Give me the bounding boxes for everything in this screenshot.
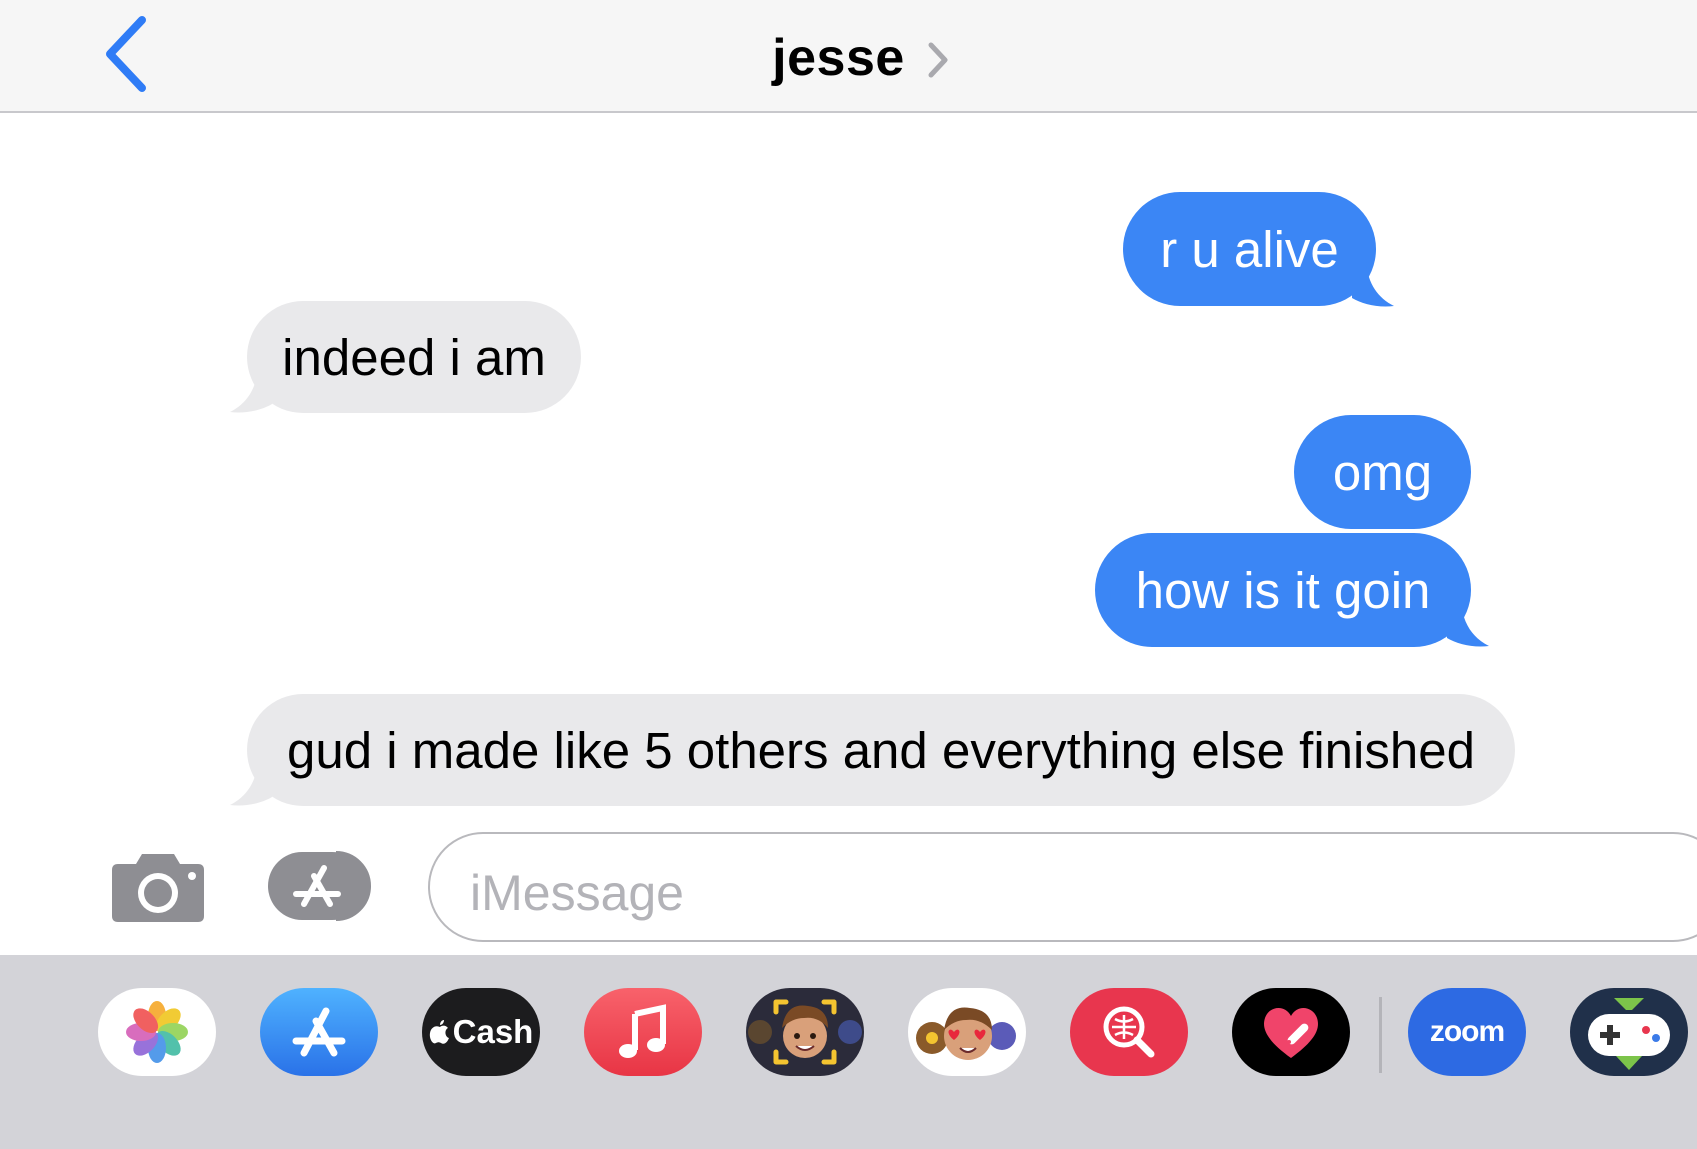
memoji-app[interactable] xyxy=(746,988,864,1076)
bubble-tail xyxy=(1447,602,1489,647)
apps-button[interactable] xyxy=(266,848,380,924)
app-store-icon xyxy=(292,1007,346,1057)
image-search-icon xyxy=(1103,1006,1155,1058)
message-text: r u alive xyxy=(1160,220,1339,278)
music-icon xyxy=(619,1004,666,1058)
apple-cash-label: Cash xyxy=(452,1013,534,1050)
bubble-tail xyxy=(1352,262,1394,307)
message-bubble-sent[interactable]: omg xyxy=(1294,415,1471,529)
drawer-divider xyxy=(1379,997,1382,1073)
imessage-input[interactable]: iMessage xyxy=(428,832,1697,942)
message-bubble-received[interactable]: gud i made like 5 others and everything … xyxy=(247,694,1515,806)
message-text: how is it goin xyxy=(1135,561,1431,619)
input-placeholder: iMessage xyxy=(470,865,684,921)
photos-icon xyxy=(126,1001,188,1063)
apple-cash-app[interactable]: Cash xyxy=(422,988,540,1076)
music-app[interactable] xyxy=(584,988,702,1076)
conversation-header: jesse xyxy=(0,0,1697,113)
app-drawer: Cash zoom xyxy=(0,955,1697,1149)
message-bubble-sent[interactable]: how is it goin xyxy=(1095,533,1471,647)
message-bubble-sent[interactable]: r u alive xyxy=(1123,192,1376,306)
camera-icon xyxy=(112,854,204,922)
contact-name: jesse xyxy=(772,29,905,87)
game-app[interactable] xyxy=(1570,988,1688,1076)
memoji-stickers-icon xyxy=(916,1007,1016,1060)
camera-button[interactable] xyxy=(112,850,204,922)
game-icon xyxy=(1588,998,1670,1070)
app-store-app[interactable] xyxy=(260,988,378,1076)
photos-app[interactable] xyxy=(98,988,216,1076)
contact-title-button[interactable]: jesse xyxy=(0,28,1697,88)
zoom-label: zoom xyxy=(1429,1015,1505,1048)
message-text: gud i made like 5 others and everything … xyxy=(287,721,1475,779)
chevron-right-icon xyxy=(928,42,948,78)
message-text: omg xyxy=(1332,443,1433,501)
message-text: indeed i am xyxy=(282,328,546,386)
app-store-icon xyxy=(268,851,371,921)
zoom-app[interactable]: zoom xyxy=(1408,988,1526,1076)
memoji-stickers-app[interactable] xyxy=(908,988,1026,1076)
memoji-icon xyxy=(748,999,862,1065)
message-bubble-received[interactable]: indeed i am xyxy=(247,301,581,413)
image-search-app[interactable] xyxy=(1070,988,1188,1076)
digital-touch-icon xyxy=(1264,1007,1318,1058)
apple-cash-icon xyxy=(429,1020,449,1044)
digital-touch-app[interactable] xyxy=(1232,988,1350,1076)
